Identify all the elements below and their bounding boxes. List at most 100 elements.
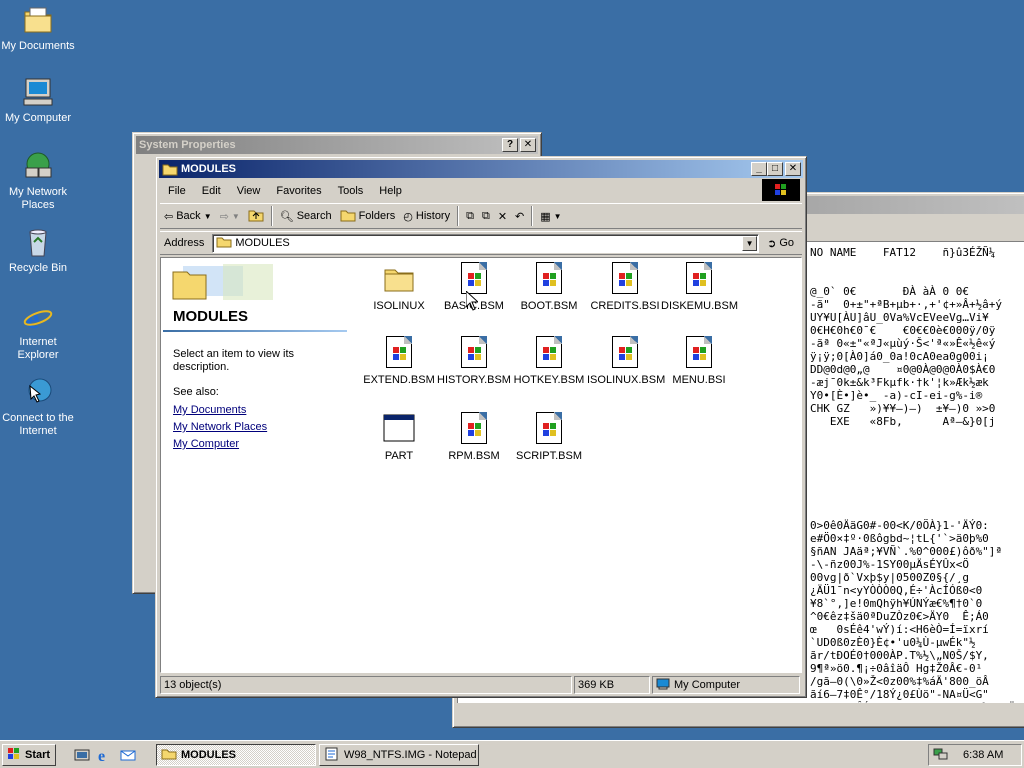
document-icon [383, 336, 415, 368]
file-label: CREDITS.BSI [590, 300, 660, 312]
address-input[interactable]: MODULES ▼ [212, 233, 760, 253]
search-button[interactable]: 🔍︎ Search [276, 205, 336, 227]
network-status-icon[interactable] [933, 747, 949, 764]
desktop-icon-my-computer[interactable]: My Computer [0, 76, 76, 125]
web-view-pane: MODULES Select an item to view its descr… [161, 258, 347, 672]
link-my-network-places[interactable]: My Network Places [173, 421, 267, 433]
computer-icon [22, 76, 54, 108]
close-button[interactable]: ✕ [520, 138, 536, 152]
menu-file[interactable]: File [160, 185, 194, 197]
folder-icon [161, 747, 177, 763]
file-item[interactable]: ISOLINUX [361, 262, 437, 312]
views-button[interactable]: ▦ ▼ [536, 205, 565, 227]
delete-icon: ✕ [497, 210, 508, 223]
title-divider [163, 330, 347, 332]
menu-edit[interactable]: Edit [194, 185, 229, 197]
start-button[interactable]: Start [2, 744, 56, 766]
folder-icon [216, 235, 232, 251]
chevron-down-icon[interactable]: ▼ [204, 212, 212, 221]
file-item[interactable]: RPM.BSM [436, 412, 512, 462]
explorer-window[interactable]: MODULES _ □ ✕ File Edit View Favorites T… [155, 156, 807, 698]
folder-icon [383, 262, 415, 294]
folder-documents-icon [22, 4, 54, 36]
file-item[interactable]: HOTKEY.BSM [511, 336, 587, 386]
desktop-icon-connect-internet[interactable]: Connect to the Internet [0, 376, 76, 438]
close-button[interactable]: ✕ [785, 162, 801, 176]
help-button[interactable]: ? [502, 138, 518, 152]
explorer-title: MODULES [181, 163, 236, 175]
status-size: 369 KB [574, 676, 650, 694]
address-bar: Address MODULES ▼ ➲ Go [160, 231, 802, 255]
file-item[interactable]: SCRIPT.BSM [511, 412, 587, 462]
menu-help[interactable]: Help [371, 185, 410, 197]
document-icon [683, 262, 715, 294]
history-button[interactable]: ◴ History [399, 205, 454, 227]
folders-button[interactable]: Folders [336, 205, 400, 227]
desktop-icon-internet-explorer[interactable]: e Internet Explorer [0, 300, 76, 362]
windows-logo-icon [6, 747, 22, 764]
move-to-button[interactable]: ⧉ [462, 205, 478, 227]
menu-tools[interactable]: Tools [330, 185, 372, 197]
address-dropdown-button[interactable]: ▼ [742, 235, 758, 251]
minimize-button[interactable]: _ [751, 162, 767, 176]
windows-logo-icon [762, 179, 800, 201]
desktop-icon-my-documents[interactable]: My Documents [0, 4, 76, 53]
menu-view[interactable]: View [229, 185, 269, 197]
notepad-hscrollbar[interactable] [457, 705, 1024, 723]
desktop-icon-my-network-places[interactable]: My Network Places [0, 150, 76, 212]
folder-view[interactable]: MODULES Select an item to view its descr… [160, 257, 802, 673]
desktop-icon-recycle-bin[interactable]: Recycle Bin [0, 226, 76, 275]
folder-description: Select an item to view its description. [173, 348, 295, 373]
file-label: BOOT.BSM [520, 300, 578, 312]
internet-explorer-icon[interactable]: e [97, 747, 113, 765]
file-item[interactable]: DISKEMU.BSM [661, 262, 738, 312]
up-folder-button[interactable] [244, 205, 268, 227]
file-label: MENU.BSI [672, 374, 726, 386]
status-bar: 13 object(s) 369 KB My Computer [160, 676, 802, 694]
clock[interactable]: 6:38 AM [963, 749, 1003, 761]
file-item[interactable]: PART [361, 412, 437, 462]
system-properties-titlebar[interactable]: System Properties ? ✕ [136, 136, 538, 154]
back-button[interactable]: ⇦ Back ▼ [160, 205, 216, 227]
go-button[interactable]: ➲ Go [763, 232, 798, 254]
menu-favorites[interactable]: Favorites [268, 185, 329, 197]
document-icon [533, 336, 565, 368]
file-item[interactable]: ISOLINUX.BSM [587, 336, 665, 386]
file-label: PART [384, 450, 414, 462]
folders-icon [340, 208, 356, 225]
file-item[interactable]: MENU.BSI [661, 336, 737, 386]
computer-icon [656, 678, 670, 693]
file-item[interactable]: BOOT.BSM [511, 262, 587, 312]
task-modules[interactable]: MODULES [156, 744, 316, 766]
chevron-down-icon[interactable]: ▼ [554, 212, 562, 221]
chevron-down-icon[interactable]: ▼ [232, 212, 240, 221]
menu-bar: File Edit View Favorites Tools Help [160, 179, 802, 201]
svg-text:e: e [98, 748, 105, 763]
toolbar-separator [270, 206, 273, 226]
delete-button[interactable]: ✕ [494, 205, 511, 227]
forward-button[interactable]: ⇨ ▼ [216, 205, 244, 227]
address-value: MODULES [235, 237, 290, 249]
maximize-button[interactable]: □ [767, 162, 783, 176]
file-item[interactable]: EXTEND.BSM [361, 336, 437, 386]
link-my-computer[interactable]: My Computer [173, 438, 239, 450]
outlook-express-icon[interactable] [120, 747, 136, 763]
document-icon [458, 412, 490, 444]
undo-button[interactable]: ↶ [511, 205, 528, 227]
show-desktop-icon[interactable] [74, 747, 90, 763]
copy-to-button[interactable]: ⧉ [478, 205, 494, 227]
link-my-documents[interactable]: My Documents [173, 404, 246, 416]
go-arrow-icon: ➲ [767, 237, 777, 250]
document-icon [533, 412, 565, 444]
task-notepad[interactable]: W98_NTFS.IMG - Notepad [319, 744, 479, 766]
internet-explorer-icon: e [22, 300, 54, 335]
file-label: RPM.BSM [448, 450, 500, 462]
file-item[interactable]: HISTORY.BSM [436, 336, 512, 386]
file-item[interactable]: CREDITS.BSI [587, 262, 663, 312]
status-object-count: 13 object(s) [160, 676, 572, 694]
address-label: Address [164, 237, 205, 249]
copy-to-icon: ⧉ [481, 209, 490, 222]
notepad-icon [324, 747, 340, 764]
explorer-titlebar[interactable]: MODULES _ □ ✕ [159, 160, 803, 178]
application-icon [383, 412, 415, 444]
